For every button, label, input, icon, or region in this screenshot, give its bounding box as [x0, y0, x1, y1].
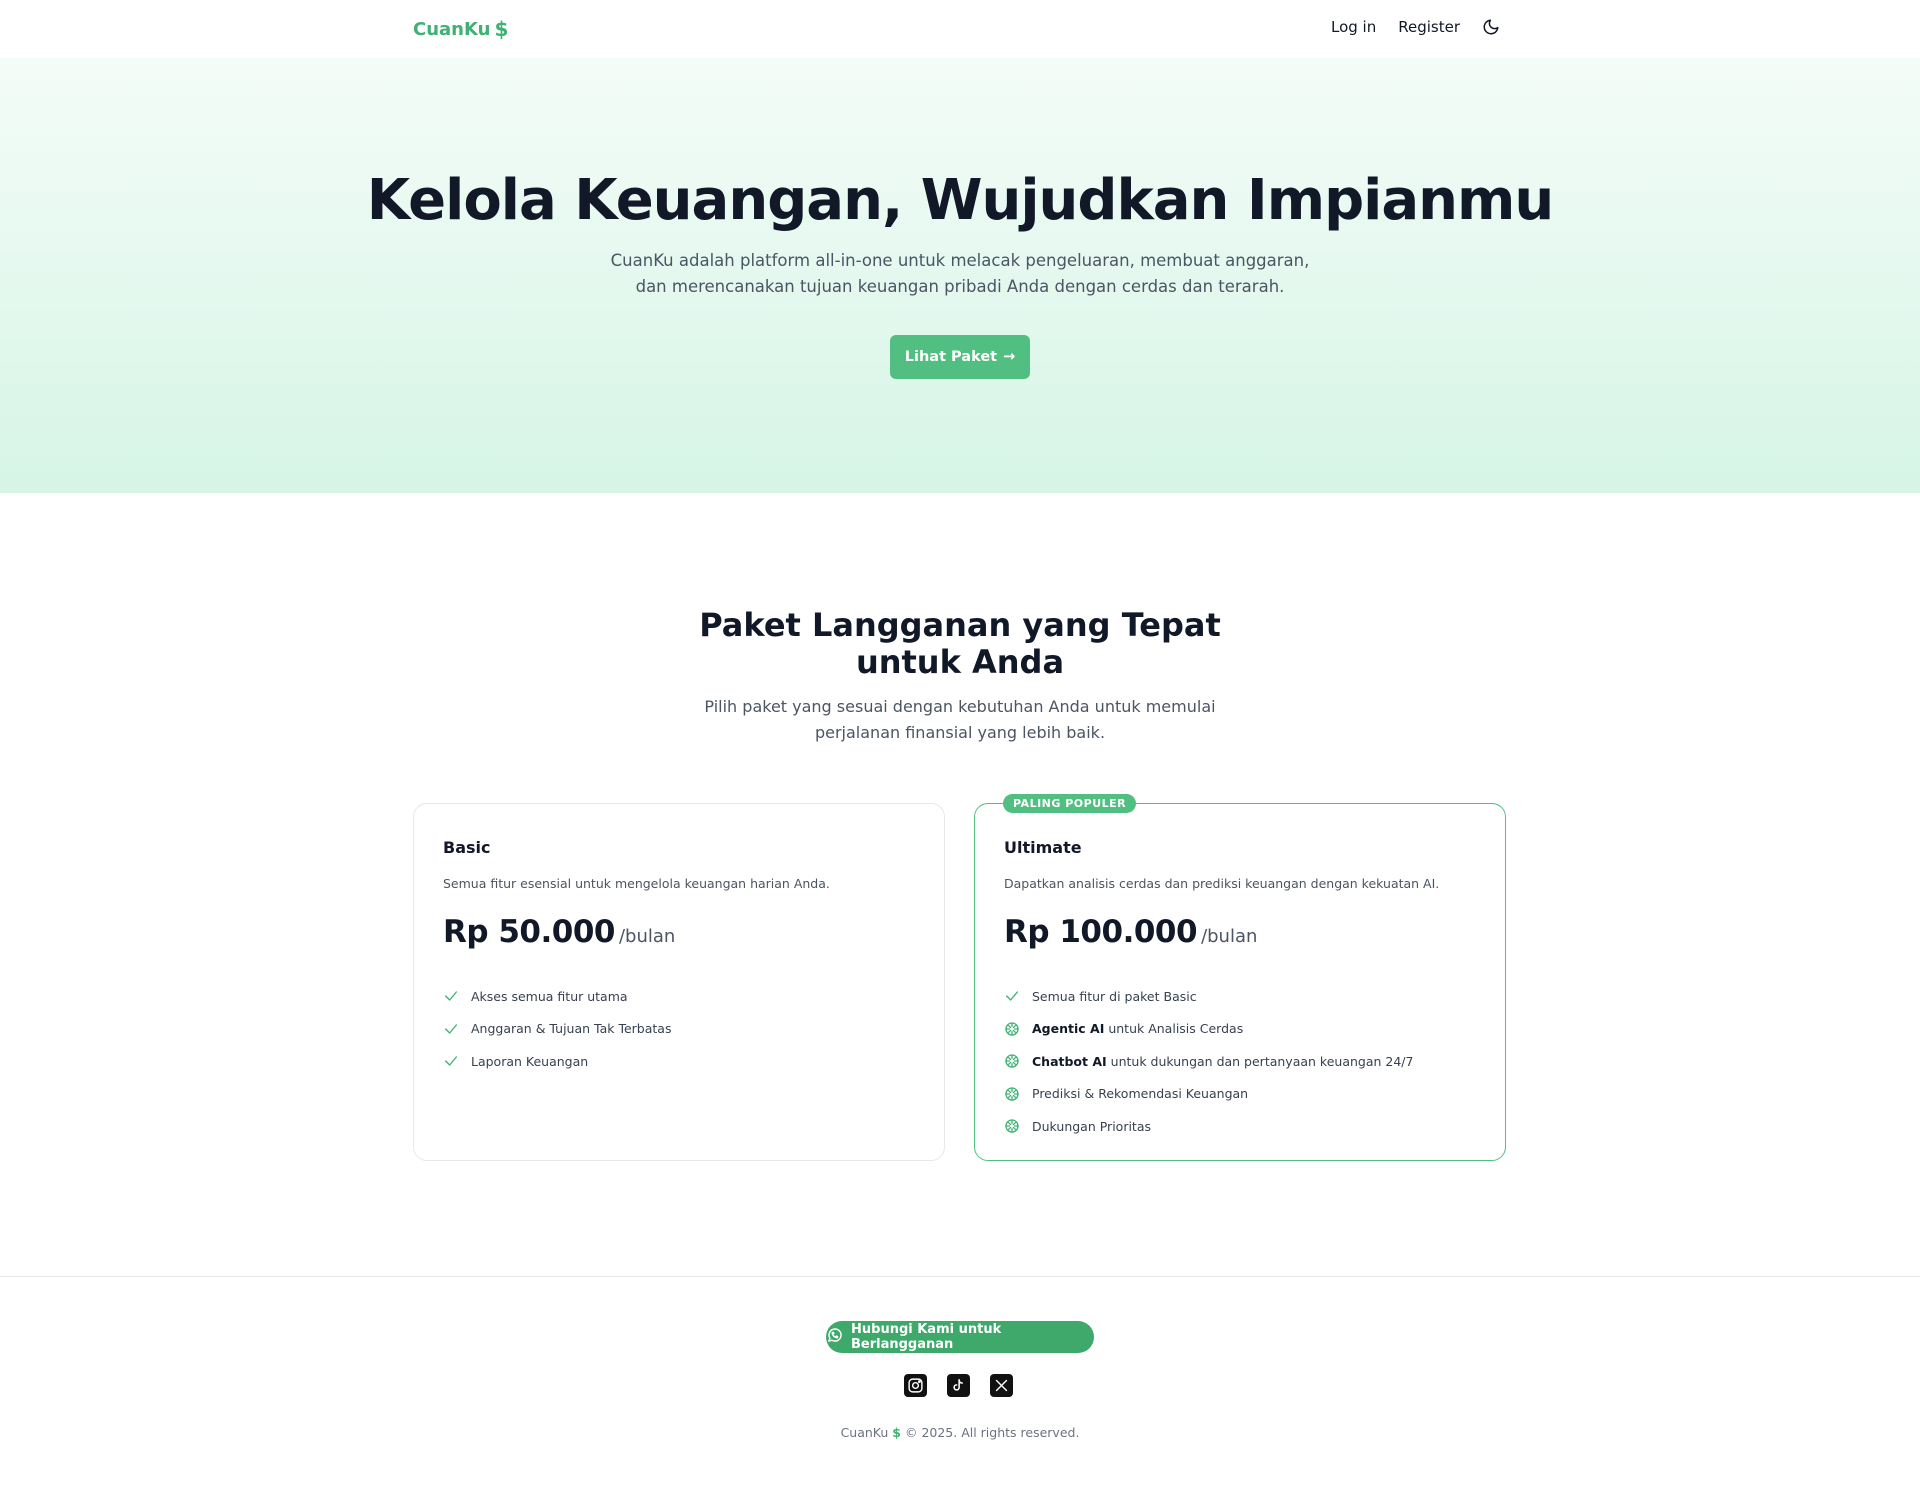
- plan-card-ultimate: PALING POPULER Ultimate Dapatkan analisi…: [974, 794, 1506, 1161]
- hero-section: Kelola Keuangan, Wujudkan Impianmu CuanK…: [0, 58, 1920, 493]
- hero-title: Kelola Keuangan, Wujudkan Impianmu: [366, 168, 1555, 233]
- feature-text: Akses semua fitur utama: [471, 988, 628, 1004]
- top-navbar: CuanKu $ Log in Register: [0, 0, 1920, 58]
- instagram-icon[interactable]: [904, 1374, 927, 1397]
- feature-text: Laporan Keuangan: [471, 1053, 589, 1069]
- check-icon: [1004, 988, 1020, 1004]
- feature-item: Chatbot AI untuk dukungan dan pertanyaan…: [1004, 1045, 1413, 1078]
- login-link[interactable]: Log in: [1331, 18, 1376, 36]
- feature-text: Agentic AI untuk Analisis Cerdas: [1032, 1021, 1243, 1036]
- moon-icon[interactable]: [1482, 18, 1500, 36]
- social-links: [904, 1374, 1013, 1397]
- brand-name: CuanKu: [413, 18, 491, 40]
- price-period: /bulan: [1201, 926, 1258, 947]
- price-amount: Rp 50.000: [443, 914, 615, 950]
- arrow-right-icon: →: [1003, 349, 1016, 365]
- plan-name: Ultimate: [1004, 838, 1082, 857]
- plan-description: Semua fitur esensial untuk mengelola keu…: [443, 876, 830, 891]
- copyright: CuanKu $ © 2025. All rights reserved.: [0, 1425, 1920, 1440]
- check-icon: [443, 1053, 459, 1069]
- price-amount: Rp 100.000: [1004, 914, 1198, 950]
- copyright-text: © 2025. All rights reserved.: [904, 1425, 1080, 1440]
- feature-bold-text: Agentic AI: [1032, 1021, 1105, 1037]
- pricing-title: Paket Langganan yang Tepat untuk Anda: [699, 606, 1221, 681]
- ai-icon: [1004, 1118, 1020, 1134]
- feature-text: Semua fitur di paket Basic: [1032, 988, 1197, 1004]
- contact-whatsapp-button[interactable]: Hubungi Kami untuk Berlangganan: [826, 1321, 1094, 1353]
- see-plans-label: Lihat Paket: [904, 349, 998, 365]
- feature-item: Akses semua fitur utama: [443, 980, 671, 1013]
- hero-subtitle: CuanKu adalah platform all-in-one untuk …: [610, 251, 1310, 296]
- feature-item: Dukungan Prioritas: [1004, 1110, 1413, 1143]
- plan-name: Basic: [443, 838, 491, 857]
- nav-actions: Log in Register: [1331, 18, 1500, 36]
- ai-icon: [1004, 1086, 1020, 1102]
- pricing-subtitle: Pilih paket yang sesuai dengan kebutuhan…: [704, 697, 1216, 742]
- x-icon[interactable]: [990, 1374, 1013, 1397]
- dollar-icon: $: [494, 17, 509, 41]
- dollar-icon: $: [892, 1425, 901, 1440]
- ai-icon: [1004, 1021, 1020, 1037]
- check-icon: [443, 988, 459, 1004]
- price-period: /bulan: [618, 926, 676, 947]
- plan-price: Rp 50.000 /bulan: [443, 914, 675, 950]
- feature-text: Chatbot AI untuk dukungan dan pertanyaan…: [1032, 1054, 1413, 1069]
- plan-description: Dapatkan analisis cerdas dan prediksi ke…: [1004, 876, 1440, 891]
- feature-rest-text: untuk dukungan dan pertanyaan keuangan 2…: [1106, 1053, 1414, 1069]
- tiktok-icon[interactable]: [947, 1374, 970, 1397]
- register-link[interactable]: Register: [1398, 18, 1460, 36]
- feature-rest-text: untuk Analisis Cerdas: [1104, 1021, 1244, 1037]
- footer-divider: [0, 1276, 1920, 1277]
- plan-price: Rp 100.000 /bulan: [1004, 914, 1257, 950]
- contact-label: Hubungi Kami untuk Berlangganan: [851, 1322, 1002, 1352]
- feature-item: Semua fitur di paket Basic: [1004, 980, 1413, 1013]
- popular-badge: PALING POPULER: [1003, 794, 1137, 813]
- feature-list: Akses semua fitur utama Anggaran & Tujua…: [443, 980, 671, 1078]
- ai-icon: [1004, 1053, 1020, 1069]
- feature-item: Anggaran & Tujuan Tak Terbatas: [443, 1013, 671, 1046]
- feature-item: Laporan Keuangan: [443, 1045, 671, 1078]
- feature-item: Agentic AI untuk Analisis Cerdas: [1004, 1013, 1413, 1046]
- feature-text: Prediksi & Rekomendasi Keuangan: [1032, 1086, 1249, 1102]
- copyright-brand: CuanKu: [840, 1425, 889, 1440]
- feature-text: Anggaran & Tujuan Tak Terbatas: [471, 1021, 672, 1037]
- feature-text: Dukungan Prioritas: [1032, 1118, 1152, 1134]
- see-plans-button[interactable]: Lihat Paket →: [890, 335, 1030, 379]
- feature-item: Prediksi & Rekomendasi Keuangan: [1004, 1078, 1413, 1111]
- brand-logo[interactable]: CuanKu $: [413, 17, 508, 41]
- check-icon: [443, 1021, 459, 1037]
- plan-card-basic: Basic Semua fitur esensial untuk mengelo…: [413, 803, 945, 1161]
- whatsapp-icon: [826, 1327, 843, 1348]
- feature-bold-text: Chatbot AI: [1032, 1053, 1107, 1069]
- feature-list: Semua fitur di paket Basic Agentic AI un…: [1004, 980, 1413, 1143]
